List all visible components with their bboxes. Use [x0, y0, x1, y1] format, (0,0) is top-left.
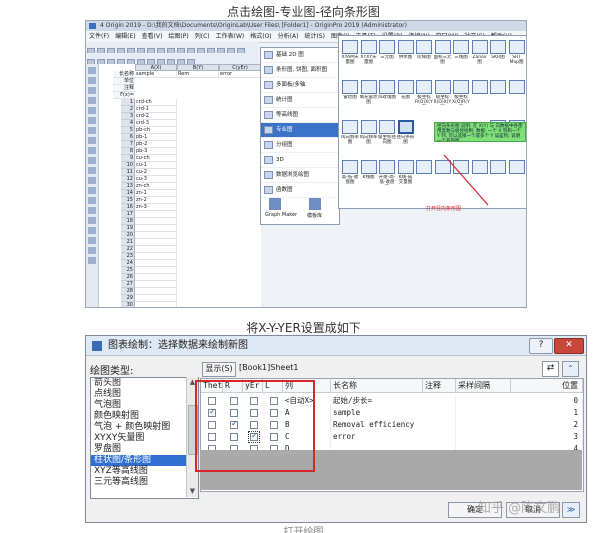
scroll-down-icon[interactable]: ▼ [187, 486, 198, 497]
grid-header[interactable]: 长名称 [331, 379, 423, 393]
dialog-title-bar: 图表绘制：选择数据来绘制新图 [86, 336, 586, 356]
grid-header[interactable]: 采样间隔 [456, 379, 511, 393]
dialog-app-icon [92, 341, 102, 351]
position-cell[interactable]: 2 [511, 419, 583, 431]
annotation-arrow [443, 154, 489, 206]
plot-type-item[interactable]: 三元等高线图 [91, 477, 198, 488]
close-button[interactable]: ✕ [554, 338, 584, 354]
grid-header[interactable]: 注释 [423, 379, 456, 393]
plot-type-item[interactable]: 箭头图 [91, 378, 198, 389]
sheet-reference: [Book1]Sheet1 [239, 363, 299, 372]
swap-icon[interactable]: ⇄ [542, 361, 559, 377]
long-name-cell[interactable]: error [331, 431, 456, 443]
long-name-cell[interactable]: Removal efficiency [331, 419, 456, 431]
long-name-cell[interactable]: 起始/步长= [331, 395, 456, 407]
plot-type-item[interactable]: 罗盘图 [91, 444, 198, 455]
plot-type-item[interactable]: 点线图 [91, 389, 198, 400]
origin-window: 4 Origin 2019 - D:\我的文档\Documents\Origin… [85, 20, 527, 308]
plot-type-item[interactable]: XYZ等高线图 [91, 466, 198, 477]
plot-setup-dialog: 图表绘制：选择数据来绘制新图 ? ✕ 绘图类型: 箭头图 点线图 气泡图 颜色映射图气… [85, 335, 587, 523]
dialog-title: 图表绘制：选择数据来绘制新图 [108, 340, 248, 351]
caption-bottom: 打开绘图 [283, 527, 324, 533]
expand-button[interactable]: ≫ [562, 502, 580, 518]
annotation-text: 打开径向条形图 [426, 206, 462, 212]
collapse-icon[interactable]: ⌃ [562, 361, 579, 377]
position-cell[interactable]: 1 [511, 407, 583, 419]
plot-type-item[interactable]: XYXY矢量图 [91, 433, 198, 444]
highlight-box [195, 380, 315, 472]
plot-type-label: 绘图类型: [90, 366, 134, 377]
show-button[interactable]: 显示(S) [202, 362, 236, 377]
caption-middle: 将X-Y-YER设置成如下 [246, 321, 361, 335]
plot-type-list[interactable]: 箭头图 点线图 气泡图 颜色映射图 气泡 + 颜色映射图 XYXY矢量图 罗盘图 柱状图/条形… [90, 377, 199, 499]
help-button[interactable]: ? [529, 338, 553, 354]
long-name-cell[interactable]: sample [331, 407, 456, 419]
grid-header[interactable]: 位置 [511, 379, 583, 393]
plot-type-item[interactable]: 气泡图 [91, 400, 198, 411]
plot-type-item[interactable]: 颜色映射图 [91, 411, 198, 422]
watermark: 知乎 @陈文鹏 [478, 501, 561, 516]
caption-top: 点击绘图-专业图-径向条形图 [227, 5, 380, 19]
position-cell[interactable]: 3 [511, 431, 583, 443]
position-cell[interactable]: 0 [511, 395, 583, 407]
plot-type-item[interactable]: 柱状图/条形图 [91, 455, 198, 466]
plot-type-item[interactable]: 气泡 + 颜色映射图 [91, 422, 198, 433]
